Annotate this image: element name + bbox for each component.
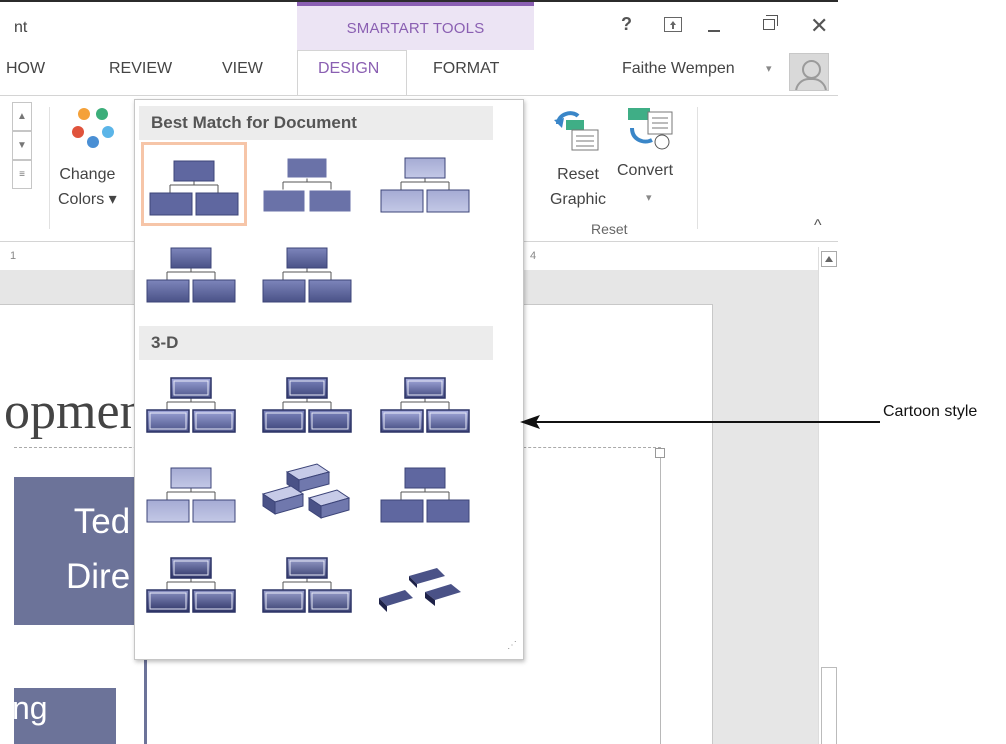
tab-review[interactable]: REVIEW — [109, 60, 172, 78]
tab-slideshow[interactable]: HOW — [6, 60, 45, 78]
style-thumbnail[interactable] — [375, 452, 481, 536]
vertical-scrollbar[interactable] — [818, 247, 838, 744]
style-thumbnail[interactable] — [141, 452, 247, 536]
style-thumbnail[interactable] — [257, 232, 363, 316]
node-line2: Dire — [66, 557, 131, 596]
close-icon[interactable]: ✕ — [810, 13, 828, 39]
reset-graphic-label-line2: Graphic — [549, 191, 607, 208]
style-thumbnail[interactable] — [257, 362, 363, 446]
change-colors-label-line1: Change — [59, 166, 116, 183]
ribbon-divider — [49, 107, 50, 229]
style-thumbnail[interactable] — [375, 542, 481, 626]
smartart-tools-group: SMARTART TOOLS — [297, 2, 534, 50]
tab-format[interactable]: FORMAT — [433, 60, 499, 78]
callout-label: Cartoon style — [883, 403, 978, 420]
scroll-up-icon[interactable] — [821, 251, 837, 267]
smartart-tools-label: SMARTART TOOLS — [346, 20, 485, 37]
color-dot — [72, 126, 84, 138]
gallery-scroll-down-button[interactable]: ▼ — [12, 131, 32, 160]
smartart-node-text: Ted Dire — [66, 494, 130, 604]
layout-gallery-scroller: ▲ ▼ ≡ — [12, 102, 32, 190]
style-thumbnail[interactable] — [257, 452, 363, 536]
convert-button[interactable]: Convert — [617, 162, 673, 180]
style-thumbnail[interactable] — [257, 542, 363, 626]
gallery-section-header: 3-D — [139, 326, 493, 360]
callout-arrow — [520, 415, 880, 429]
smartart-styles-gallery: Best Match for Document 3-D ⋰ — [134, 99, 524, 660]
gallery-section-header: Best Match for Document — [139, 106, 493, 140]
change-colors-label-line2: Colors ▾ — [58, 191, 117, 208]
window-title: nt — [14, 19, 28, 36]
chevron-down-icon[interactable]: ▾ — [766, 62, 772, 75]
avatar[interactable] — [789, 53, 829, 91]
convert-icon[interactable] — [624, 106, 676, 152]
resize-handle[interactable] — [655, 448, 665, 458]
style-thumbnail[interactable] — [141, 142, 247, 226]
restore-icon[interactable] — [763, 15, 778, 30]
tab-design[interactable]: DESIGN — [318, 60, 379, 78]
ruler-mark: 1 — [10, 250, 19, 262]
tab-view[interactable]: VIEW — [222, 60, 263, 78]
style-thumbnail[interactable] — [257, 142, 363, 226]
color-dot — [78, 108, 90, 120]
gallery-scroll-up-button[interactable]: ▲ — [12, 102, 32, 131]
change-colors-button[interactable]: Change Colors ▾ — [58, 162, 117, 212]
slide-title-fragment[interactable]: opmen — [4, 382, 146, 441]
minimize-icon[interactable] — [708, 30, 720, 32]
style-thumbnail[interactable] — [375, 362, 481, 446]
node-line1: Ted — [73, 502, 131, 541]
application-window: nt SMARTART TOOLS ? ✕ HOW REVIEW VIEW DE… — [0, 0, 838, 744]
style-thumbnail[interactable] — [375, 142, 481, 226]
reset-group-label: Reset — [591, 221, 628, 237]
collapse-ribbon-icon[interactable]: ^ — [814, 217, 822, 235]
convert-dropdown-icon[interactable]: ▾ — [646, 191, 652, 204]
ribbon-display-options-icon[interactable] — [664, 17, 682, 32]
color-dot — [87, 136, 99, 148]
gallery-more-button[interactable]: ≡ — [12, 160, 32, 189]
color-dot — [96, 108, 108, 120]
smartart-node-text: ng — [12, 690, 48, 726]
style-thumbnail[interactable] — [141, 542, 247, 626]
color-dot — [102, 126, 114, 138]
resize-grip-icon[interactable]: ⋰ — [507, 640, 517, 651]
style-thumbnail[interactable] — [141, 362, 247, 446]
change-colors-icon[interactable] — [72, 106, 116, 148]
help-icon[interactable]: ? — [621, 14, 632, 35]
scroll-thumb[interactable] — [821, 667, 837, 744]
reset-graphic-button[interactable]: Reset Graphic — [542, 162, 614, 212]
user-account-name[interactable]: Faithe Wempen — [622, 60, 735, 78]
style-thumbnail[interactable] — [141, 232, 247, 316]
reset-graphic-label-line1: Reset — [557, 166, 599, 183]
ribbon-divider — [697, 107, 698, 229]
ruler-mark: 4 — [530, 250, 539, 262]
reset-graphic-icon[interactable] — [552, 106, 600, 152]
